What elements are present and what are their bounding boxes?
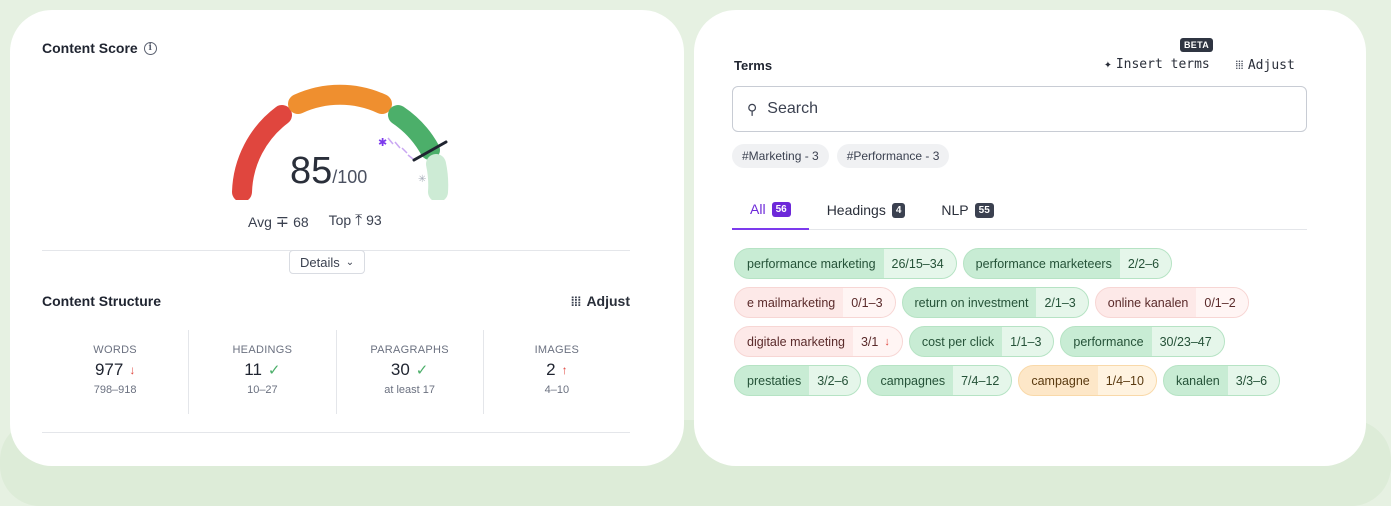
term-name: campagne: [1031, 373, 1090, 388]
gauge-segment-orange: [288, 84, 392, 114]
sliders-icon: ⁞⁞⁞: [1235, 58, 1244, 73]
adjust-terms-button[interactable]: ⁞⁞⁞ Adjust: [1235, 57, 1295, 74]
content-structure-title: Content Structure: [42, 293, 161, 309]
tab-all[interactable]: All 56: [732, 190, 809, 230]
arrow-up-icon: ↑: [561, 363, 568, 377]
terms-tabs: All 56 Headings 4 NLP 55: [732, 190, 1307, 230]
term-chip[interactable]: return on investment 2/1–3: [901, 287, 1089, 318]
insert-terms-button[interactable]: ✦ Insert terms: [1104, 57, 1210, 72]
search-input[interactable]: [767, 100, 1248, 118]
term-name: kanalen: [1175, 373, 1220, 388]
details-button[interactable]: Details ⌄: [289, 250, 366, 274]
term-chip[interactable]: online kanalen 0/1–2: [1094, 287, 1249, 318]
term-chip[interactable]: kanalen 3/3–6: [1162, 365, 1281, 396]
stat-paragraphs: PARAGRAPHS 30 ✓ at least 17: [337, 330, 484, 414]
check-icon: ✓: [415, 362, 429, 379]
check-icon: ✓: [267, 362, 281, 379]
term-name: performance marketeers: [975, 256, 1112, 271]
beta-badge: BETA: [1180, 38, 1214, 52]
info-icon[interactable]: i: [143, 41, 157, 55]
term-chip[interactable]: campagne 1/4–10: [1018, 365, 1157, 396]
term-count: 1/4–10: [1097, 366, 1156, 395]
term-chip[interactable]: campagnes 7/4–12: [867, 365, 1013, 396]
term-count: 1/1–3: [1002, 327, 1054, 356]
tab-headings[interactable]: Headings 4: [809, 190, 924, 230]
content-score-card: Content Score i ✱ ✳ 85/100 Avg ∓ 68 Top …: [10, 10, 684, 466]
terms-list: performance marketing 26/15–34 performance…: [734, 248, 1314, 396]
term-count: 7/4–12: [953, 366, 1012, 395]
term-chip[interactable]: digitale marketing 3/1 ↓: [734, 326, 903, 357]
sparkle-icon: ✦: [1104, 57, 1112, 72]
avg-symbol-icon: ∓: [275, 214, 290, 231]
content-score-header: Content Score i: [42, 40, 157, 56]
content-score-title: Content Score: [42, 40, 138, 56]
top-marker-icon: ✳: [418, 174, 426, 185]
term-name: return on investment: [914, 295, 1029, 310]
avg-top-row: Avg ∓ 68 Top ⤒ 93: [248, 212, 382, 232]
gauge-segment-red: [232, 105, 292, 200]
term-count: 0/1–2: [1196, 288, 1248, 317]
adjust-structure-button[interactable]: ⁞⁞⁞ Adjust: [570, 293, 630, 309]
tab-nlp[interactable]: NLP 55: [923, 190, 1011, 230]
term-name: prestaties: [747, 373, 802, 388]
search-box: ⚲: [732, 86, 1307, 132]
term-count: 26/15–34: [883, 249, 956, 278]
term-name: performance: [1073, 334, 1144, 349]
term-name: performance marketing: [747, 256, 876, 271]
term-name: online kanalen: [1107, 295, 1189, 310]
chevron-down-icon: ⌄: [345, 256, 355, 268]
filter-chips: #Marketing - 3 #Performance - 3: [732, 144, 950, 168]
terms-card: Terms BETA ✦ Insert terms ⁞⁞⁞ Adjust ⚲ #…: [694, 10, 1366, 466]
term-count: 2/1–3: [1036, 288, 1088, 317]
filter-chip-performance[interactable]: #Performance - 3: [836, 144, 950, 168]
search-icon: ⚲: [747, 100, 758, 117]
sliders-icon: ⁞⁞⁞: [570, 293, 581, 309]
term-chip[interactable]: performance marketeers 2/2–6: [962, 248, 1173, 279]
stat-words: WORDS 977 ↓ 798–918: [42, 330, 190, 414]
arrow-down-icon: ↓: [129, 363, 136, 377]
term-count: 2/2–6: [1119, 249, 1172, 278]
term-chip[interactable]: performance 30/23–47: [1060, 326, 1225, 357]
term-chip[interactable]: e mailmarketing 0/1–3: [734, 287, 896, 318]
gauge-segment-green: [388, 105, 440, 160]
top-indicator: Top ⤒ 93: [328, 212, 382, 229]
term-count: 3/2–6: [809, 366, 861, 395]
term-count: 3/1 ↓: [852, 327, 902, 356]
top-symbol-icon: ⤒: [355, 212, 363, 229]
term-name: cost per click: [921, 334, 995, 349]
term-chip[interactable]: cost per click 1/1–3: [908, 326, 1055, 357]
term-count: 30/23–47: [1151, 327, 1224, 356]
avg-marker-icon: ✱: [378, 136, 387, 149]
filter-chip-marketing[interactable]: #Marketing - 3: [732, 144, 829, 168]
gauge-segment-light-green: [426, 154, 449, 200]
term-count: 0/1–3: [843, 288, 895, 317]
gauge-ticks: [387, 137, 414, 160]
stat-headings: HEADINGS 11 ✓ 10–27: [189, 330, 337, 414]
term-name: campagnes: [880, 373, 946, 388]
term-name: digitale marketing: [747, 334, 845, 349]
divider: [42, 432, 630, 433]
term-chip[interactable]: prestaties 3/2–6: [734, 365, 862, 396]
score-value: 85/100: [290, 150, 368, 192]
avg-indicator: Avg ∓ 68: [248, 214, 309, 231]
term-name: e mailmarketing: [747, 295, 836, 310]
stat-images: IMAGES 2 ↑ 4–10: [534, 344, 580, 396]
term-chip[interactable]: performance marketing 26/15–34: [734, 248, 957, 279]
term-count: 3/3–6: [1227, 366, 1280, 395]
terms-title: Terms: [734, 58, 773, 73]
arrow-down-icon: ↓: [884, 335, 890, 348]
structure-stats: WORDS 977 ↓ 798–918 HEADINGS 11 ✓ 10–27 PA…: [42, 330, 630, 414]
